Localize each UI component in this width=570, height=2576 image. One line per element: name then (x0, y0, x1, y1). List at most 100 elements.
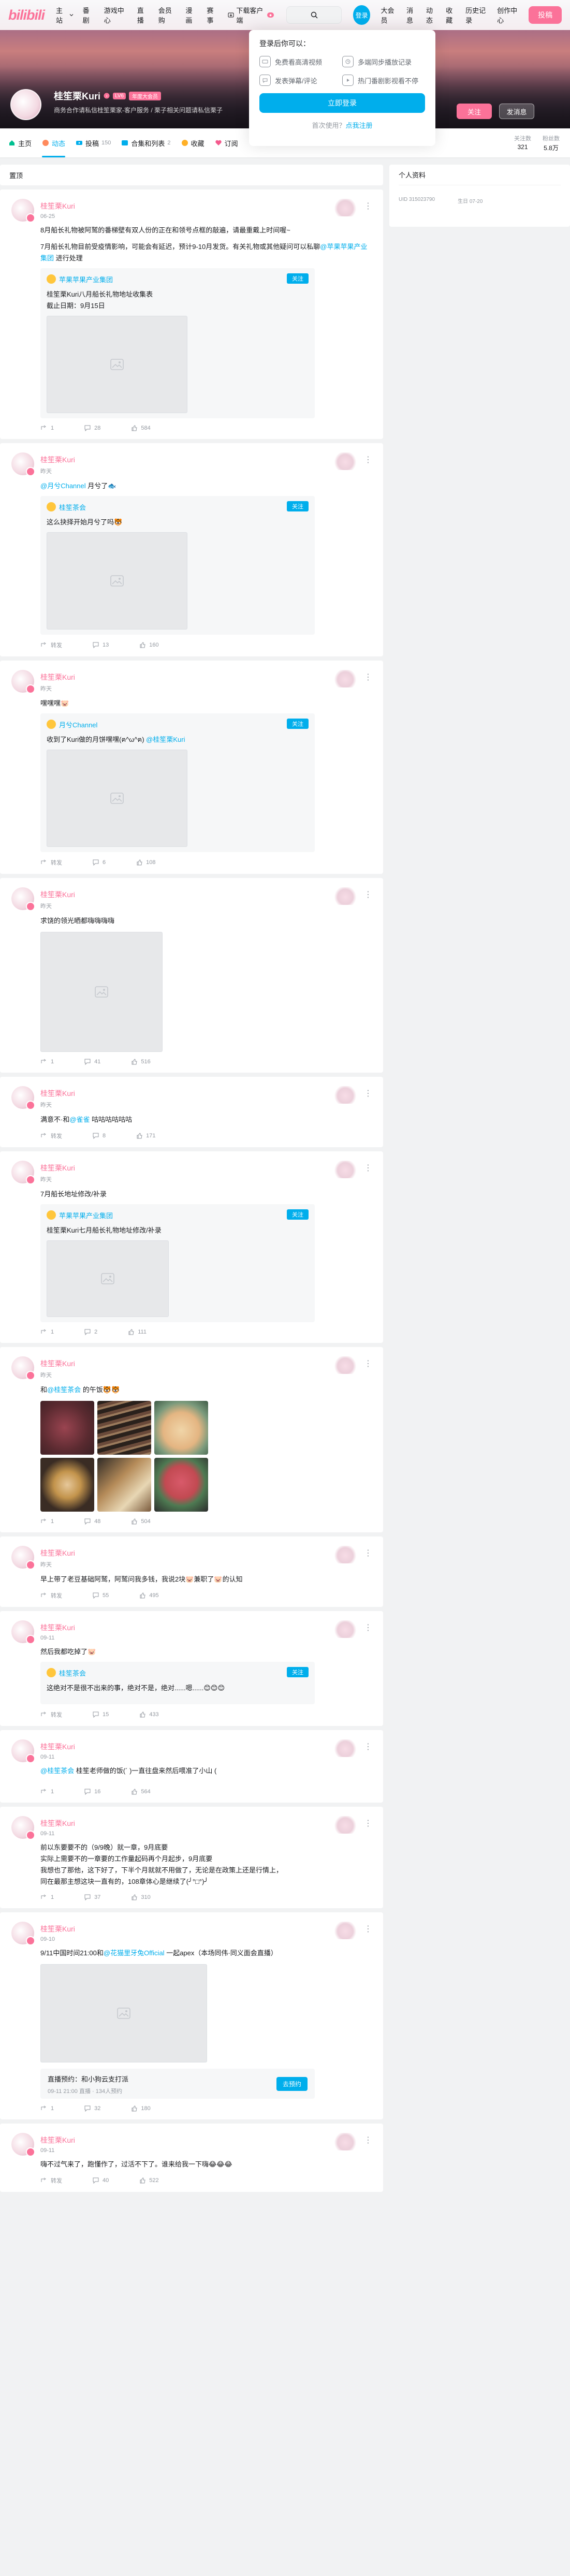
comment-button[interactable]: 40 (92, 2176, 109, 2185)
post-avatar[interactable] (11, 452, 35, 476)
photo-thumb[interactable] (97, 1458, 151, 1512)
post-image[interactable] (47, 750, 187, 847)
post-avatar[interactable] (11, 1161, 35, 1184)
stat-followers[interactable]: 粉丝数 5.8万 (543, 134, 560, 152)
forwarded-avatar[interactable] (47, 1210, 56, 1220)
forwarded-avatar[interactable] (47, 274, 56, 284)
comment-button[interactable]: 13 (92, 641, 109, 649)
like-button[interactable]: 433 (139, 1710, 159, 1719)
post-image[interactable] (47, 1240, 169, 1317)
nav-link-anime[interactable]: 番剧 (83, 5, 95, 25)
forwarded-author[interactable]: 苹果苹果产业集团 (59, 1210, 113, 1220)
post-avatar[interactable] (11, 199, 35, 223)
mention-link[interactable]: @月兮Channel (40, 482, 86, 490)
live-reservation-card[interactable]: 直播预约：和小狗云支打派 09-11 21:00 直播 · 134人预约 去预约 (40, 2069, 315, 2099)
post-author[interactable]: 桂笙栗Kuri (40, 1622, 374, 1633)
comment-button[interactable]: 6 (92, 858, 106, 867)
post-author[interactable]: 桂笙栗Kuri (40, 1088, 374, 1099)
more-menu-icon[interactable]: ⋮ (364, 1548, 373, 1558)
like-button[interactable]: 504 (130, 1518, 151, 1525)
post-image[interactable] (40, 1964, 207, 2062)
tab-subscriptions[interactable]: 订阅 (215, 128, 238, 157)
post-author[interactable]: 桂笙栗Kuri (40, 672, 374, 682)
follow-button[interactable]: 关注 (457, 104, 492, 119)
like-button[interactable]: 108 (136, 858, 155, 867)
like-button[interactable]: 516 (130, 1058, 151, 1065)
post-author[interactable]: 桂笙栗Kuri (40, 455, 374, 465)
like-button[interactable]: 584 (130, 425, 151, 432)
post-image[interactable] (40, 932, 163, 1052)
more-menu-icon[interactable]: ⋮ (364, 1924, 373, 1934)
mention-link[interactable]: @桂笙茶会 (40, 1767, 74, 1775)
share-button[interactable]: 1 (40, 1894, 54, 1901)
forwarded-follow-button[interactable]: 关注 (287, 501, 309, 511)
share-button[interactable]: 1 (40, 1518, 54, 1525)
nav-link-live[interactable]: 直播 (137, 5, 149, 25)
share-button[interactable]: 1 (40, 1058, 54, 1065)
mention-link[interactable]: @雀雀 (69, 1116, 90, 1123)
comment-button[interactable]: 16 (84, 1788, 100, 1795)
more-menu-icon[interactable]: ⋮ (364, 672, 373, 682)
post-avatar[interactable] (11, 887, 35, 911)
bilibili-logo[interactable]: bilibili (8, 7, 45, 23)
tab-dynamics[interactable]: 动态 (42, 128, 66, 157)
nav-link-download[interactable]: 下载客户端 ● (228, 5, 274, 25)
nav-link-esports[interactable]: 赛事 (207, 5, 218, 25)
stat-following[interactable]: 关注数 321 (514, 134, 531, 152)
nav-link-shop[interactable]: 会员购 (158, 5, 177, 25)
forwarded-follow-button[interactable]: 关注 (287, 273, 309, 284)
share-button[interactable]: 转发 (40, 641, 62, 649)
post-avatar[interactable] (11, 1546, 35, 1570)
like-button[interactable]: 310 (130, 1894, 151, 1901)
nav-link-home[interactable]: 主站 (56, 5, 74, 25)
post-avatar[interactable] (11, 1739, 35, 1763)
upload-button[interactable]: 投稿 (529, 6, 562, 24)
nav-dynamics[interactable]: 动态 (426, 5, 438, 25)
forwarded-author[interactable]: 苹果苹果产业集团 (59, 274, 113, 284)
photo-thumb[interactable] (40, 1458, 94, 1512)
nav-link-manga[interactable]: 漫画 (185, 5, 197, 25)
nav-link-games[interactable]: 游戏中心 (104, 5, 128, 25)
tab-collections[interactable]: 合集和列表 2 (121, 128, 171, 157)
comment-button[interactable]: 8 (92, 1132, 106, 1140)
forwarded-author[interactable]: 桂笙茶会 (59, 1668, 86, 1678)
forwarded-card[interactable]: 桂笙茶会 关注 这绝对不是很不出来的事，绝对不是，绝对......嗯......😊😊… (40, 1662, 315, 1704)
reserve-button[interactable]: 去预约 (276, 2077, 308, 2091)
like-button[interactable]: 564 (130, 1788, 151, 1795)
photo-thumb[interactable] (154, 1401, 208, 1455)
forwarded-card[interactable]: 桂笙茶会 关注 这么抉择开始月兮了吗🐯 (40, 496, 315, 635)
tab-favorites[interactable]: 收藏 (181, 128, 204, 157)
comment-button[interactable]: 2 (84, 1328, 97, 1336)
like-button[interactable]: 522 (139, 2176, 159, 2185)
post-avatar[interactable] (11, 2133, 35, 2157)
mention-link[interactable]: @花猫里牙兔Official (104, 1949, 165, 1957)
post-avatar[interactable] (11, 1086, 35, 1110)
post-author[interactable]: 桂笙栗Kuri (40, 1924, 374, 1934)
tab-uploads[interactable]: 投稿 150 (76, 128, 111, 157)
post-avatar[interactable] (11, 1922, 35, 1945)
comment-button[interactable]: 55 (92, 1591, 109, 1600)
photo-thumb[interactable] (154, 1458, 208, 1512)
share-button[interactable]: 转发 (40, 1132, 62, 1140)
more-menu-icon[interactable]: ⋮ (364, 1741, 373, 1752)
forwarded-follow-button[interactable]: 关注 (287, 1667, 309, 1677)
more-menu-icon[interactable]: ⋮ (364, 455, 373, 465)
post-image[interactable] (47, 316, 187, 413)
like-button[interactable]: 111 (127, 1328, 147, 1336)
more-menu-icon[interactable]: ⋮ (364, 201, 373, 211)
login-button[interactable]: 立即登录 (259, 93, 425, 113)
comment-button[interactable]: 41 (84, 1058, 100, 1065)
comment-button[interactable]: 48 (84, 1518, 100, 1525)
share-button[interactable]: 1 (40, 2105, 54, 2112)
comment-button[interactable]: 28 (84, 425, 100, 432)
comment-button[interactable]: 32 (84, 2105, 100, 2112)
forwarded-card[interactable]: 苹果苹果产业集团 关注 桂笙栗Kuri八月船长礼物地址收集表 截止日期：9月15日 (40, 268, 315, 418)
forwarded-author[interactable]: 桂笙茶会 (59, 502, 86, 512)
more-menu-icon[interactable]: ⋮ (364, 1088, 373, 1099)
share-button[interactable]: 1 (40, 1328, 54, 1336)
post-avatar[interactable] (11, 1816, 35, 1840)
like-button[interactable]: 160 (139, 641, 159, 649)
nav-favorites[interactable]: 收藏 (446, 5, 458, 25)
register-link[interactable]: 点我注册 (346, 122, 373, 129)
post-avatar[interactable] (11, 670, 35, 694)
